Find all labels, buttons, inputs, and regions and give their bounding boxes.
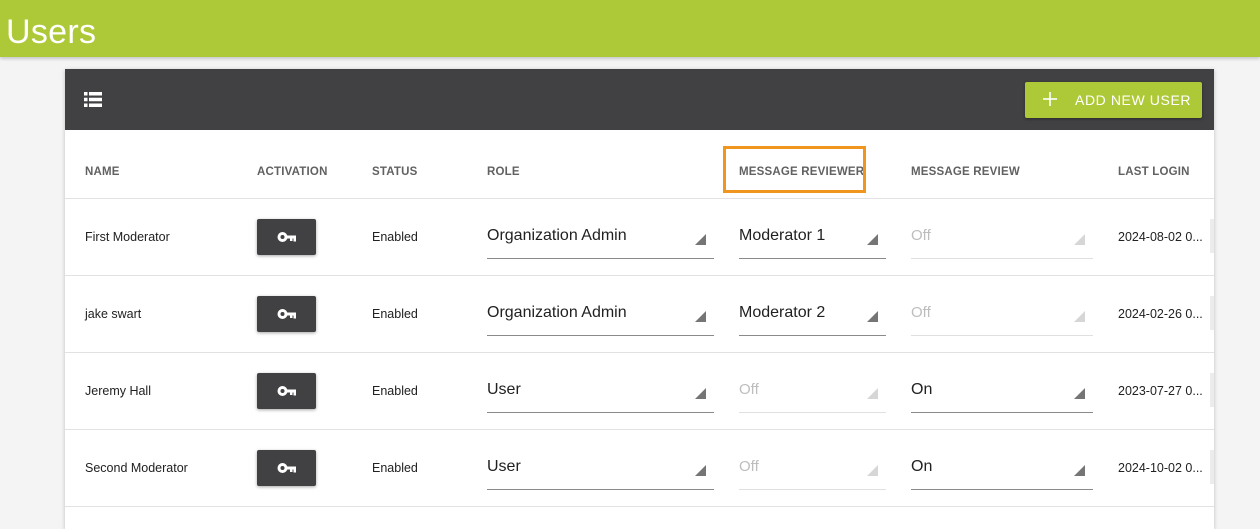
caret-down-icon bbox=[867, 311, 878, 322]
last-login-text: 2024-08-02 0... bbox=[1118, 230, 1203, 244]
highlight-box bbox=[723, 146, 866, 193]
header-divider bbox=[65, 198, 1214, 199]
role-select[interactable]: Organization Admin bbox=[487, 296, 714, 336]
caret-down-icon bbox=[1074, 311, 1085, 322]
row-scroll-indicator bbox=[1210, 373, 1214, 407]
status-text: Enabled bbox=[372, 384, 418, 398]
message-reviewer-select[interactable]: Moderator 2 bbox=[739, 296, 886, 336]
message-reviewer-value: Off bbox=[739, 458, 759, 475]
row-divider bbox=[65, 275, 1214, 276]
app-header: Users bbox=[0, 0, 1260, 57]
caret-down-icon bbox=[867, 465, 878, 476]
list-icon[interactable] bbox=[84, 92, 102, 107]
role-select[interactable]: User bbox=[487, 373, 714, 413]
page-title: Users bbox=[6, 13, 97, 51]
card-toolbar: ADD NEW USER bbox=[65, 69, 1214, 130]
column-header-role[interactable]: ROLE bbox=[487, 165, 520, 179]
caret-down-icon bbox=[867, 388, 878, 399]
plus-icon bbox=[1043, 92, 1057, 106]
row-divider bbox=[65, 506, 1214, 507]
message-review-value: Off bbox=[911, 227, 931, 244]
row-scroll-indicator bbox=[1210, 296, 1214, 330]
column-header-activation[interactable]: ACTIVATION bbox=[257, 165, 328, 179]
user-name: First Moderator bbox=[85, 230, 170, 244]
message-review-value: Off bbox=[911, 304, 931, 321]
column-header-status[interactable]: STATUS bbox=[372, 165, 418, 179]
message-reviewer-select: Off bbox=[739, 373, 886, 413]
activation-button[interactable] bbox=[257, 450, 316, 486]
key-icon bbox=[277, 232, 296, 242]
last-login-text: 2024-10-02 0... bbox=[1118, 461, 1203, 475]
message-reviewer-select[interactable]: Moderator 1 bbox=[739, 219, 886, 259]
caret-down-icon bbox=[695, 465, 706, 476]
status-text: Enabled bbox=[372, 461, 418, 475]
message-review-select[interactable]: On bbox=[911, 450, 1093, 490]
message-review-select: Off bbox=[911, 296, 1093, 336]
key-icon bbox=[277, 386, 296, 396]
caret-down-icon bbox=[1074, 234, 1085, 245]
role-value: User bbox=[487, 381, 521, 398]
message-reviewer-value: Moderator 1 bbox=[739, 227, 826, 244]
row-scroll-indicator bbox=[1210, 450, 1214, 484]
message-reviewer-value: Moderator 2 bbox=[739, 304, 826, 321]
status-text: Enabled bbox=[372, 307, 418, 321]
message-review-select: Off bbox=[911, 219, 1093, 259]
last-login-text: 2024-02-26 0... bbox=[1118, 307, 1203, 321]
column-header-message-review[interactable]: MESSAGE REVIEW bbox=[911, 165, 1020, 179]
row-scroll-indicator bbox=[1210, 219, 1214, 253]
caret-down-icon bbox=[695, 234, 706, 245]
role-value: Organization Admin bbox=[487, 304, 627, 321]
caret-down-icon bbox=[1074, 388, 1085, 399]
add-new-user-button[interactable]: ADD NEW USER bbox=[1025, 82, 1202, 118]
add-new-user-label: ADD NEW USER bbox=[1075, 92, 1192, 108]
role-select[interactable]: User bbox=[487, 450, 714, 490]
caret-down-icon bbox=[695, 388, 706, 399]
caret-down-icon bbox=[867, 234, 878, 245]
last-login-text: 2023-07-27 0... bbox=[1118, 384, 1203, 398]
role-value: User bbox=[487, 458, 521, 475]
message-review-select[interactable]: On bbox=[911, 373, 1093, 413]
row-divider bbox=[65, 352, 1214, 353]
message-review-value: On bbox=[911, 458, 933, 475]
status-text: Enabled bbox=[372, 230, 418, 244]
message-review-value: On bbox=[911, 381, 933, 398]
activation-button[interactable] bbox=[257, 219, 316, 255]
activation-button[interactable] bbox=[257, 373, 316, 409]
message-reviewer-value: Off bbox=[739, 381, 759, 398]
user-name: jake swart bbox=[85, 307, 142, 321]
caret-down-icon bbox=[1074, 465, 1085, 476]
row-divider bbox=[65, 429, 1214, 430]
activation-button[interactable] bbox=[257, 296, 316, 332]
column-header-last-login[interactable]: LAST LOGIN bbox=[1118, 165, 1190, 179]
key-icon bbox=[277, 463, 296, 473]
caret-down-icon bbox=[695, 311, 706, 322]
users-card: ADD NEW USER NAME ACTIVATION STATUS ROLE… bbox=[65, 69, 1214, 529]
column-header-name[interactable]: NAME bbox=[85, 165, 120, 179]
key-icon bbox=[277, 309, 296, 319]
user-name: Jeremy Hall bbox=[85, 384, 151, 398]
role-select[interactable]: Organization Admin bbox=[487, 219, 714, 259]
message-reviewer-select: Off bbox=[739, 450, 886, 490]
role-value: Organization Admin bbox=[487, 227, 627, 244]
user-name: Second Moderator bbox=[85, 461, 188, 475]
